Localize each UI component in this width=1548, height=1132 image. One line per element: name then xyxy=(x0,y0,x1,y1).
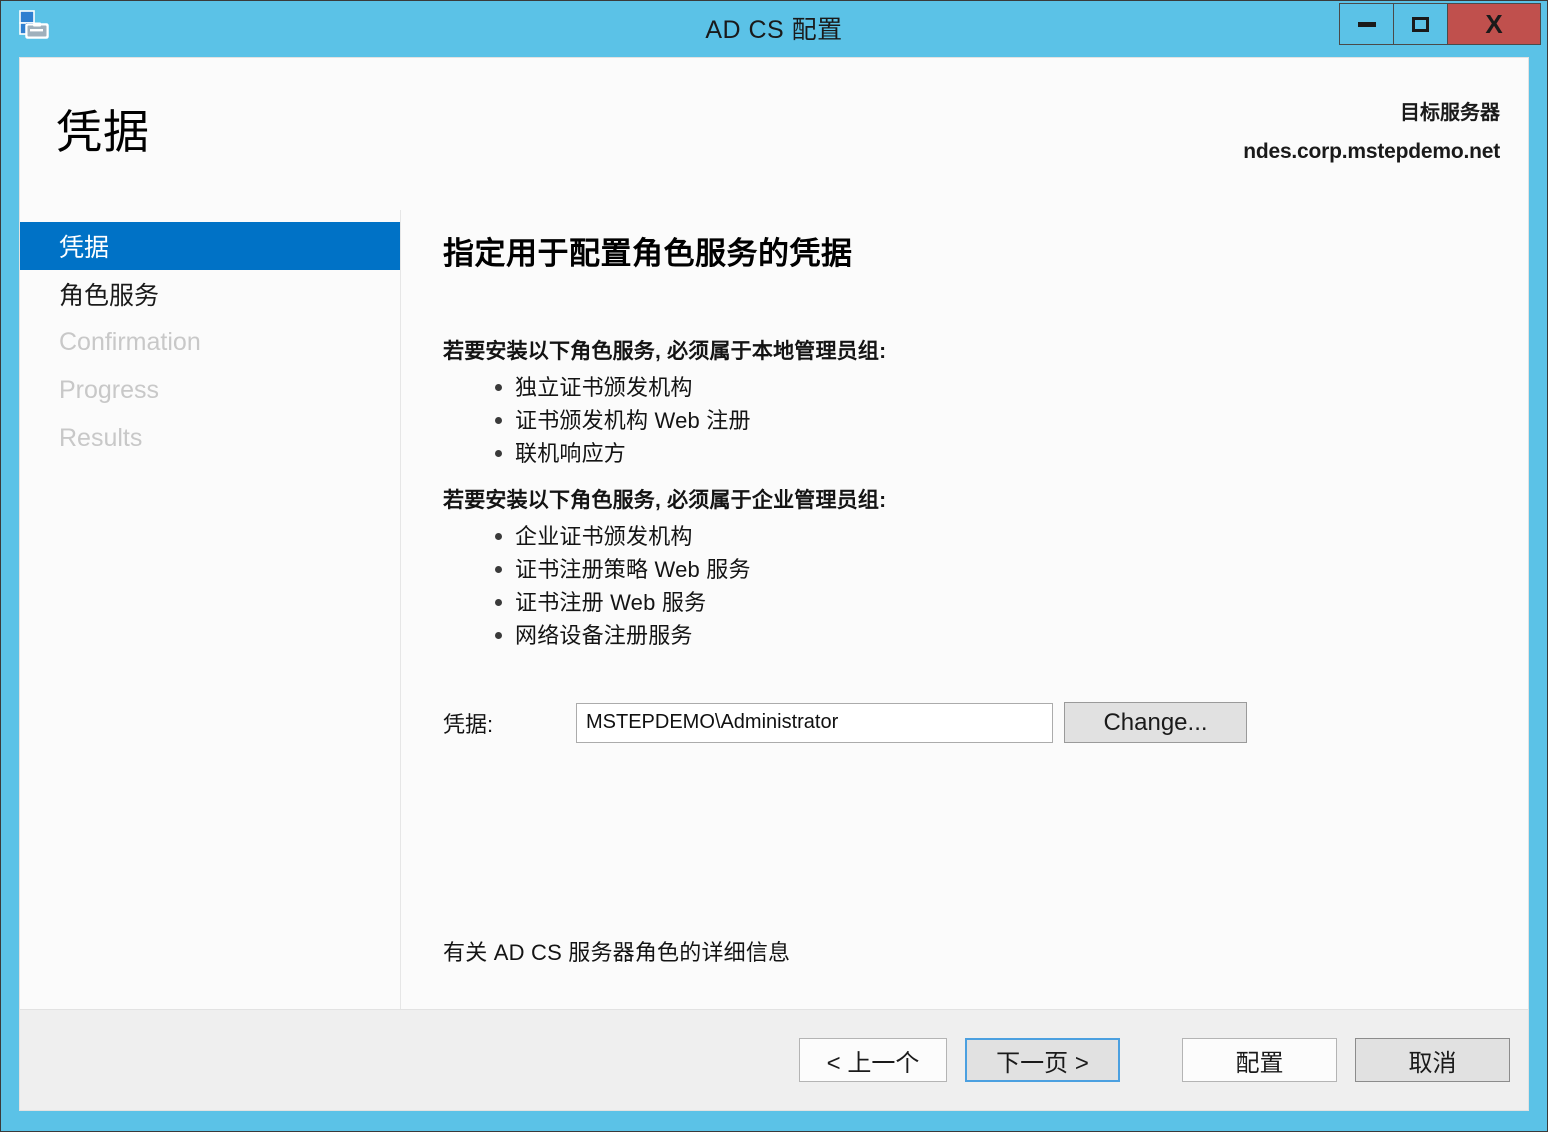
sidebar-item-results: Results xyxy=(59,423,143,452)
content-pane: 指定用于配置角色服务的凭据 若要安装以下角色服务, 必须属于本地管理员组: 独立… xyxy=(401,210,1528,1009)
credentials-label: 凭据: xyxy=(443,711,494,737)
enterprise-admin-note: 若要安装以下角色服务, 必须属于企业管理员组: xyxy=(443,489,887,512)
window-controls: X xyxy=(1339,3,1541,45)
titlebar[interactable]: AD CS 配置 X xyxy=(1,1,1547,49)
credentials-row: 凭据: Change... xyxy=(443,702,1498,743)
enterprise-admin-role-list: 企业证书颁发机构 证书注册策略 Web 服务 证书注册 Web 服务 网络设备注… xyxy=(443,520,1498,652)
list-item: 联机响应方 xyxy=(443,437,1498,470)
change-credentials-button[interactable]: Change... xyxy=(1064,702,1247,743)
configure-button[interactable]: 配置 xyxy=(1182,1038,1337,1082)
close-button[interactable]: X xyxy=(1448,4,1540,44)
next-button[interactable]: 下一页 > xyxy=(965,1038,1120,1082)
window-title: AD CS 配置 xyxy=(705,16,843,44)
target-server-block: 目标服务器 ndes.corp.mstepdemo.net xyxy=(1243,98,1500,164)
target-server-name: ndes.corp.mstepdemo.net xyxy=(1243,140,1500,163)
list-item: 网络设备注册服务 xyxy=(443,619,1498,652)
list-item: 企业证书颁发机构 xyxy=(443,520,1498,553)
local-admin-note: 若要安装以下角色服务, 必须属于本地管理员组: xyxy=(443,340,887,363)
sidebar-item-role-services[interactable]: 角色服务 xyxy=(20,270,400,318)
list-item: 证书颁发机构 Web 注册 xyxy=(443,404,1498,437)
target-server-label: 目标服务器 xyxy=(1400,102,1500,124)
ad-cs-configuration-window: AD CS 配置 X 凭据 目标服务器 ndes.corp.mstepdemo.… xyxy=(0,0,1548,1132)
previous-button[interactable]: < 上一个 xyxy=(799,1038,947,1082)
wizard-navigation: 凭据 角色服务 Confirmation Progress Results xyxy=(20,210,401,1009)
maximize-button[interactable] xyxy=(1394,4,1448,44)
sidebar-item-confirmation: Confirmation xyxy=(59,327,201,356)
client-area: 凭据 目标服务器 ndes.corp.mstepdemo.net 凭据 角色服务… xyxy=(19,57,1529,1111)
body-area: 凭据 角色服务 Confirmation Progress Results 指定… xyxy=(20,210,1528,1009)
sidebar-item-progress: Progress xyxy=(59,375,160,404)
maximize-icon xyxy=(1412,16,1429,32)
minimize-button[interactable] xyxy=(1340,4,1394,44)
sidebar-item-credentials[interactable]: 凭据 xyxy=(20,222,400,270)
list-item: 证书注册 Web 服务 xyxy=(443,586,1498,619)
more-info-link[interactable]: 有关 AD CS 服务器角色的详细信息 xyxy=(443,935,790,967)
page-header: 凭据 目标服务器 ndes.corp.mstepdemo.net xyxy=(20,58,1528,210)
close-icon: X xyxy=(1485,9,1503,39)
list-item: 独立证书颁发机构 xyxy=(443,371,1498,404)
credentials-input[interactable] xyxy=(576,702,1053,743)
list-item: 证书注册策略 Web 服务 xyxy=(443,553,1498,586)
cancel-button[interactable]: 取消 xyxy=(1355,1038,1510,1082)
content-heading: 指定用于配置角色服务的凭据 xyxy=(443,236,853,271)
page-title: 凭据 xyxy=(56,106,150,158)
local-admin-role-list: 独立证书颁发机构 证书颁发机构 Web 注册 联机响应方 xyxy=(443,371,1498,470)
wizard-footer: < 上一个 下一页 > 配置 取消 xyxy=(20,1009,1528,1110)
minimize-icon xyxy=(1357,21,1376,27)
